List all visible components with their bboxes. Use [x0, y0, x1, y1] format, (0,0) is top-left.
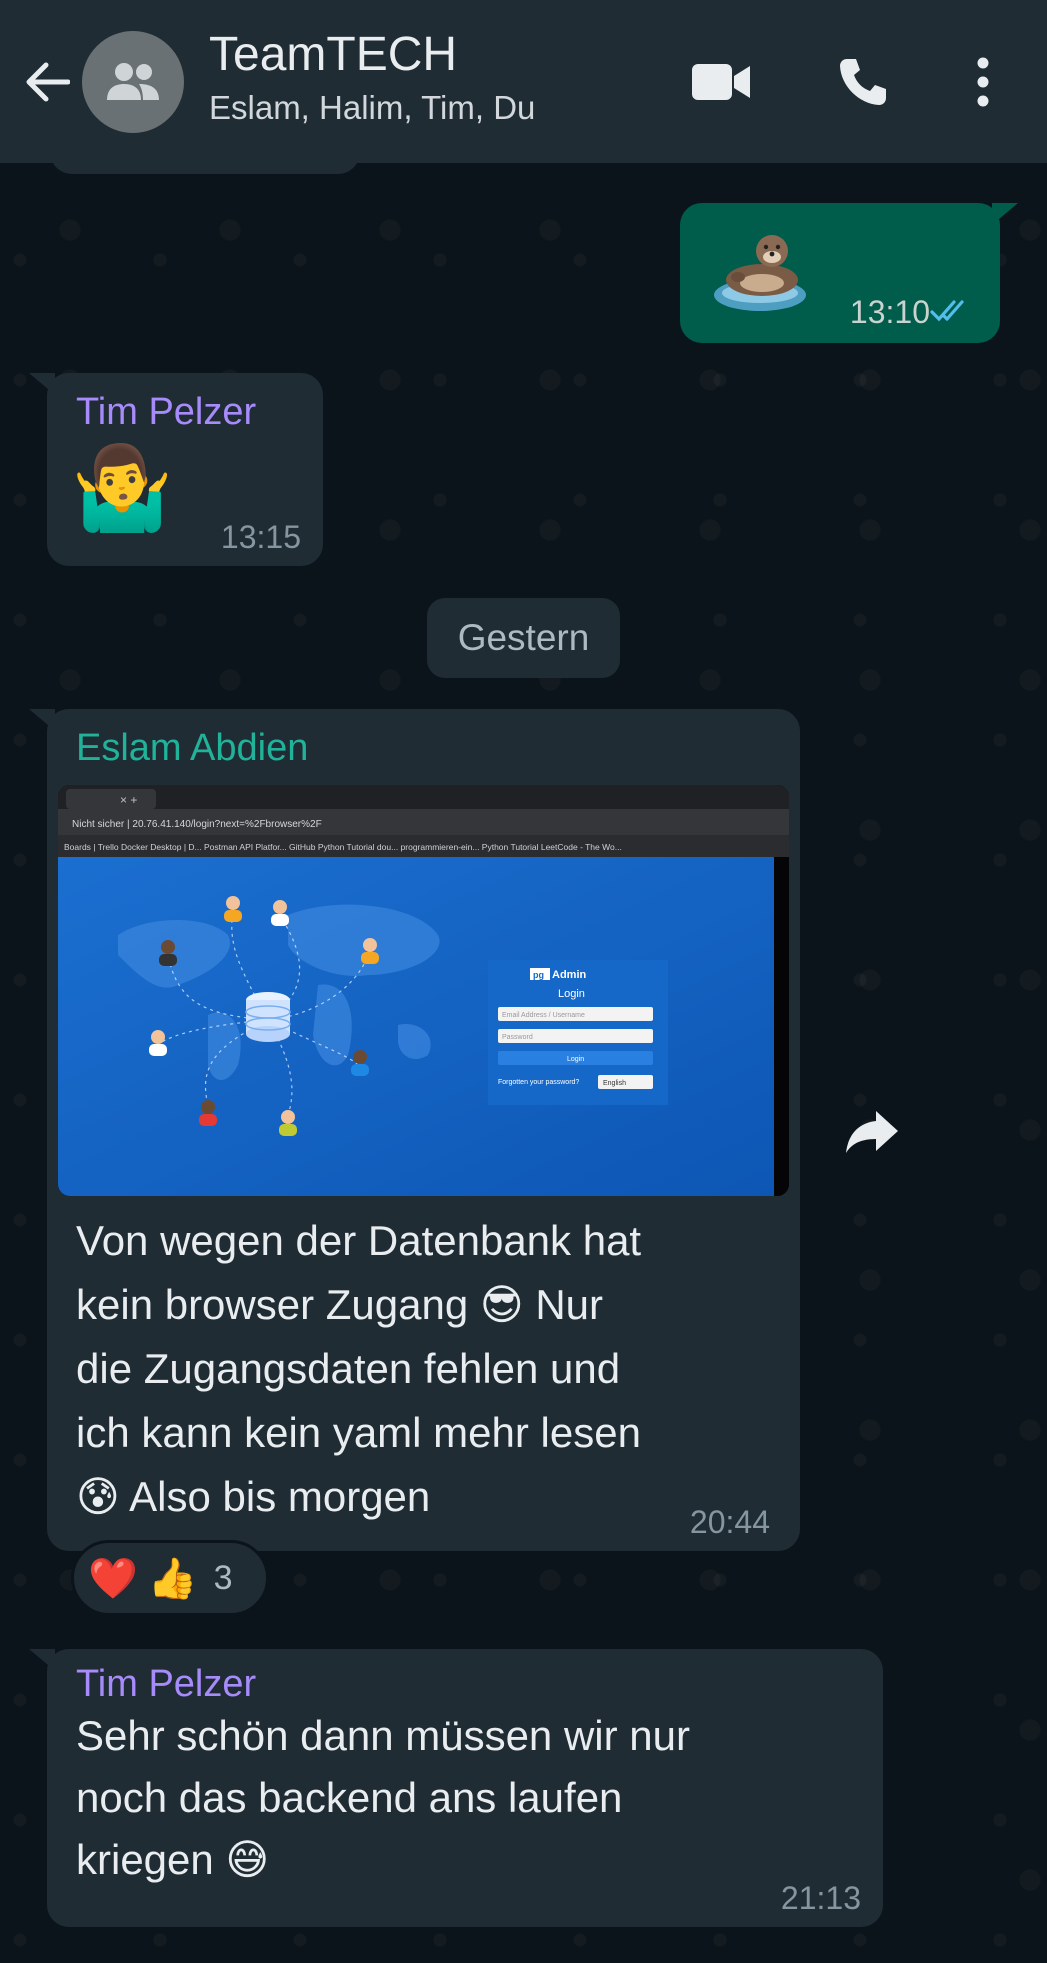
chat-title-area[interactable]: TeamTECH Eslam, Halim, Tim, Du — [209, 26, 535, 130]
message-reactions[interactable]: ❤️ 👍 3 — [71, 1540, 269, 1616]
monitor-photo: × + Nicht sicher | 20.76.41.140/login?ne… — [58, 785, 789, 1196]
svg-text:Admin: Admin — [552, 969, 587, 981]
outgoing-message[interactable]: 13:10 — [680, 203, 1018, 343]
more-options-button[interactable] — [960, 50, 1006, 114]
message-time: 20:44 — [689, 1504, 770, 1540]
text-line: Von wegen der Datenbank hat — [76, 1217, 642, 1264]
chat-title: TeamTECH — [209, 28, 458, 81]
incoming-message[interactable]: Tim Pelzer 🤷‍♂️ 13:15 — [29, 373, 323, 566]
voice-call-button[interactable] — [830, 50, 896, 114]
message-time: 13:10 — [849, 294, 930, 330]
message-text: Von wegen der Datenbank hat kein browser… — [76, 1209, 776, 1529]
svg-text:× +: × + — [120, 793, 137, 807]
sender-name: Eslam Abdien — [76, 727, 309, 769]
svg-text:Email Address / Username: Email Address / Username — [502, 1012, 585, 1019]
text-line: 😰 Also bis morgen — [76, 1473, 431, 1520]
video-call-button[interactable] — [688, 50, 754, 114]
back-arrow-icon — [26, 62, 70, 102]
sender-name: Tim Pelzer — [76, 1663, 257, 1705]
svg-text:pg: pg — [533, 970, 544, 980]
shrug-emoji: 🤷‍♂️ — [71, 441, 174, 536]
double-check-icon — [930, 300, 964, 322]
bubble-tail — [29, 1649, 55, 1671]
text-line: noch das backend ans laufen — [76, 1774, 623, 1821]
video-call-icon — [692, 64, 750, 100]
database-icon — [245, 992, 291, 1042]
date-separator: Gestern — [427, 598, 620, 678]
address-bar: Nicht sicher | 20.76.41.140/login?next=%… — [72, 819, 322, 830]
text-line: kein browser Zugang 😎 Nur — [76, 1281, 604, 1328]
forward-icon — [846, 1111, 898, 1153]
reaction-count: 3 — [213, 1558, 233, 1597]
svg-text:English: English — [603, 1080, 626, 1087]
chat-header: TeamTECH Eslam, Halim, Tim, Du — [0, 0, 1047, 163]
phone-icon — [840, 59, 886, 105]
otter-sticker — [714, 235, 806, 311]
text-line: kriegen 😅 — [76, 1836, 270, 1883]
svg-text:Forgotten your password?: Forgotten your password? — [498, 1079, 579, 1086]
message-text: Sehr schön dann müssen wir nur noch das … — [76, 1705, 866, 1891]
group-avatar-icon — [107, 63, 159, 100]
message-time: 21:13 — [780, 1880, 861, 1916]
bubble-tail — [29, 709, 55, 731]
text-line: die Zugangsdaten fehlen und — [76, 1345, 621, 1392]
sender-name: Tim Pelzer — [76, 391, 257, 433]
text-line: Sehr schön dann müssen wir nur — [76, 1712, 690, 1759]
bubble-tail — [992, 203, 1018, 225]
chat-participants: Eslam, Halim, Tim, Du — [209, 89, 536, 126]
forward-button[interactable] — [838, 1098, 906, 1166]
svg-text:Login: Login — [558, 988, 585, 1000]
svg-text:Password: Password — [502, 1034, 533, 1041]
pgadmin-login-panel: pg Admin Login Email Address / Username … — [488, 960, 668, 1105]
heart-reaction: ❤️ — [88, 1555, 138, 1602]
more-vert-icon — [977, 57, 989, 107]
svg-text:Login: Login — [567, 1056, 584, 1063]
incoming-message[interactable]: Tim Pelzer Sehr schön dann müssen wir nu… — [29, 1649, 883, 1927]
message-time: 13:15 — [220, 519, 301, 555]
thumbs-up-reaction: 👍 — [147, 1555, 198, 1602]
back-button[interactable] — [18, 50, 76, 114]
text-line: ich kann kein yaml mehr lesen — [76, 1409, 641, 1456]
group-avatar[interactable] — [82, 31, 184, 133]
bookmarks-bar: Boards | Trello Docker Desktop | D... Po… — [64, 842, 622, 852]
message-image[interactable]: × + Nicht sicher | 20.76.41.140/login?ne… — [58, 785, 789, 1196]
bubble-tail — [29, 373, 55, 395]
